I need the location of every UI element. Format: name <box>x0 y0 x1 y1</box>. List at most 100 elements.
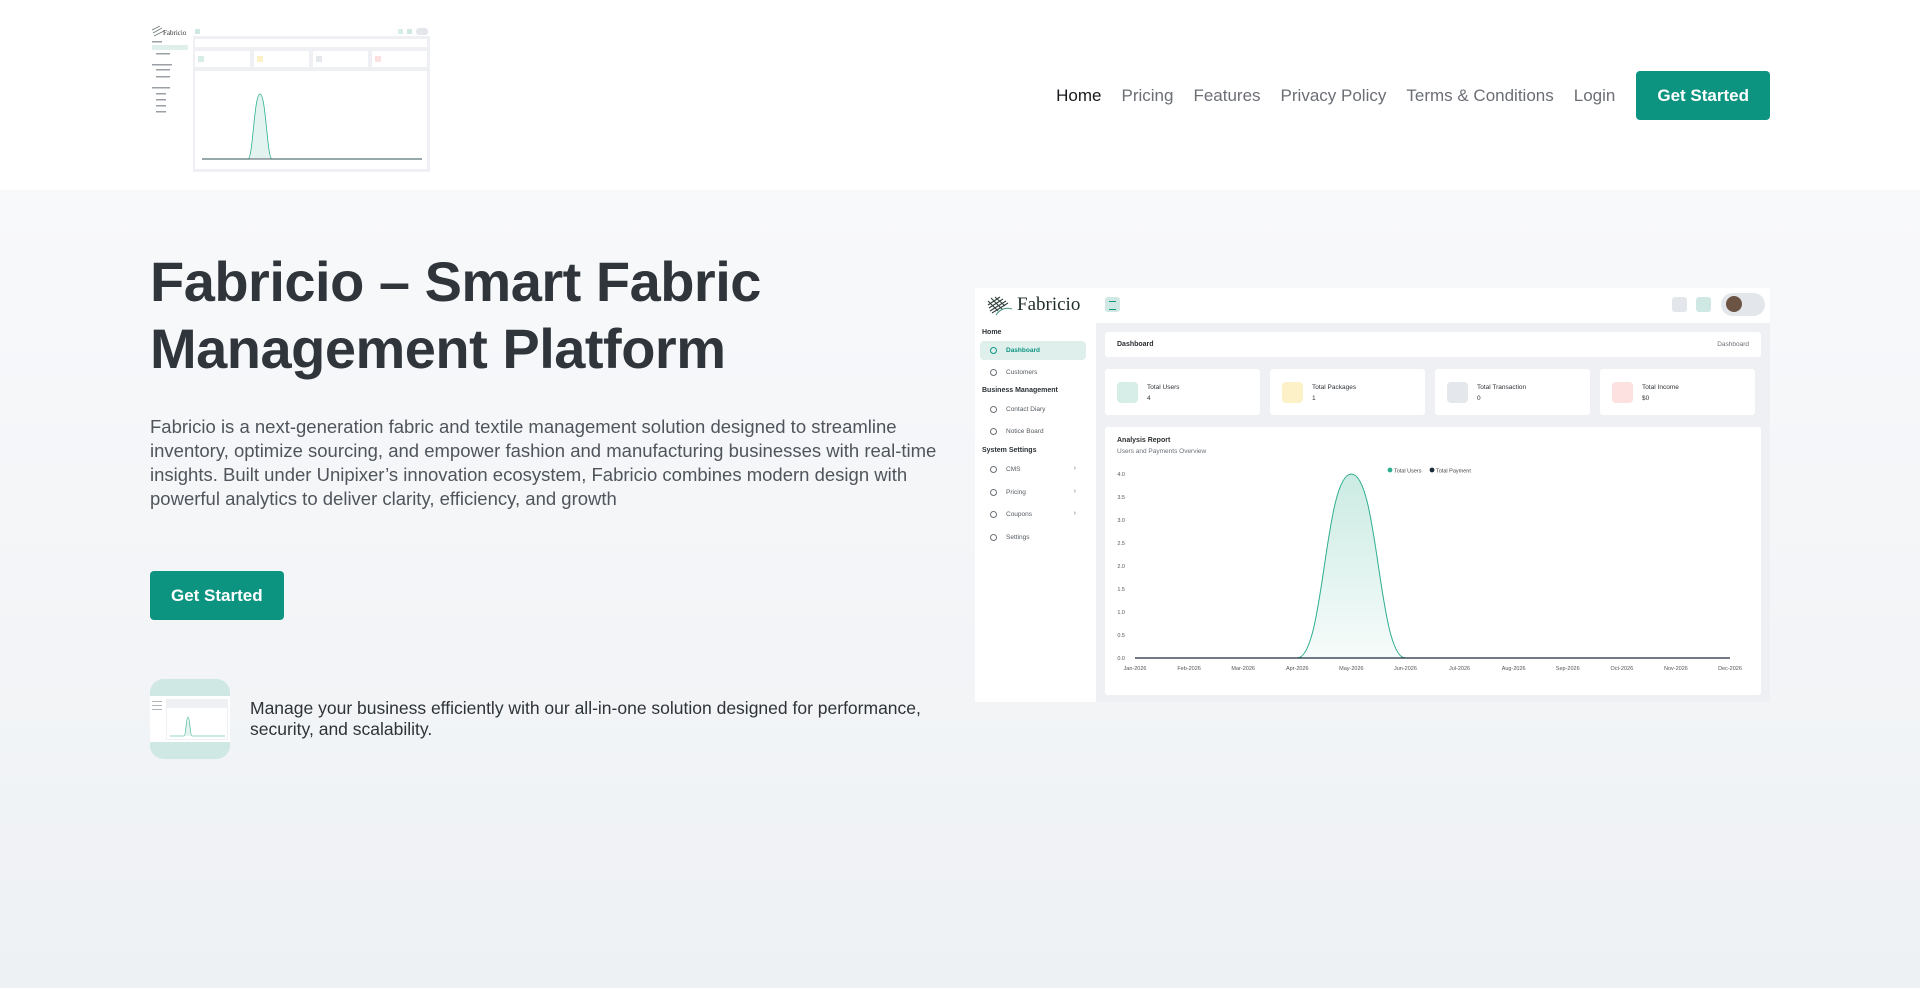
header-get-started-button[interactable]: Get Started <box>1636 71 1770 120</box>
notice-icon <box>990 428 997 435</box>
chevron-right-icon: › <box>1073 510 1076 517</box>
dashboard-icon <box>990 347 997 354</box>
stat-label: Total Transaction <box>1477 384 1527 391</box>
hamburger-menu-icon[interactable] <box>1105 297 1120 312</box>
y-tick-label: 2.5 <box>1117 541 1125 547</box>
cms-icon <box>990 466 997 473</box>
stat-label: Total Users <box>1147 384 1180 391</box>
card-icon <box>1612 382 1633 403</box>
globe-icon[interactable] <box>1696 297 1711 312</box>
main-nav: Home Pricing Features Privacy Policy Ter… <box>1036 71 1770 120</box>
x-tick-label: Feb-2026 <box>1177 666 1201 672</box>
y-tick-label: 4.0 <box>1117 472 1125 478</box>
sidebar-item-label: Pricing <box>1006 489 1026 496</box>
translate-icon[interactable] <box>1672 297 1687 312</box>
stat-card-total-income: Total Income $0 <box>1600 369 1755 415</box>
hero-title: Fabricio – Smart Fabric Management Platf… <box>150 250 761 380</box>
phone-icon <box>990 406 997 413</box>
x-tick-label: Oct-2026 <box>1611 666 1634 672</box>
sidebar-item-pricing[interactable]: Pricing › <box>980 483 1086 502</box>
logo-dashboard-thumbnail[interactable]: Fabricio <box>150 26 430 172</box>
sidebar-item-dashboard[interactable]: Dashboard <box>980 341 1086 360</box>
sidebar-group-business-management: Business Management <box>982 387 1058 394</box>
sidebar-group-system-settings: System Settings <box>982 447 1037 454</box>
stat-label: Total Packages <box>1312 384 1357 391</box>
x-tick-label: Jun-2026 <box>1394 666 1417 672</box>
x-tick-label: Jul-2026 <box>1449 666 1470 672</box>
x-tick-label: May-2026 <box>1339 666 1363 672</box>
legend-item[interactable]: Total Payment <box>1429 467 1472 475</box>
stat-card-total-packages: Total Packages 1 <box>1270 369 1425 415</box>
sidebar-item-label: Coupons <box>1006 511 1033 518</box>
stat-card-total-transaction: Total Transaction 0 <box>1435 369 1590 415</box>
legend-label: Total Users <box>1394 469 1422 475</box>
legend-item[interactable]: Total Users <box>1387 467 1422 475</box>
dashboard-preview: Fabricio Home Dashboard Customers Busine… <box>975 288 1770 702</box>
preview-topbar: Fabricio <box>975 288 1770 323</box>
y-tick-label: 0.5 <box>1117 633 1125 639</box>
series-line-users <box>1135 473 1730 659</box>
svg-text:Fabricio: Fabricio <box>163 29 187 37</box>
sidebar-group-home: Home <box>982 329 1002 336</box>
legend-label: Total Payment <box>1436 469 1471 475</box>
stat-value: 1 <box>1312 395 1316 402</box>
gear-icon <box>990 534 997 541</box>
package-icon <box>1282 382 1303 403</box>
sidebar-item-label: Customers <box>1006 369 1038 376</box>
fabric-logo-icon <box>987 296 1013 315</box>
chevron-right-icon: › <box>1073 488 1076 495</box>
users-icon <box>1117 382 1138 403</box>
sidebar-item-notice-board[interactable]: Notice Board <box>980 422 1086 441</box>
sidebar-item-customers[interactable]: Customers <box>980 363 1086 382</box>
y-tick-label: 3.0 <box>1117 518 1125 524</box>
x-tick-label: Dec-2026 <box>1718 666 1742 672</box>
sidebar-item-contact-diary[interactable]: Contact Diary <box>980 400 1086 419</box>
nav-terms-conditions[interactable]: Terms & Conditions <box>1406 86 1553 106</box>
analysis-report-card: Analysis Report Users and Payments Overv… <box>1105 427 1761 695</box>
stat-value: 0 <box>1477 395 1481 402</box>
coupon-icon <box>990 511 997 518</box>
sidebar-item-cms[interactable]: CMS › <box>980 460 1086 479</box>
nav-privacy-policy[interactable]: Privacy Policy <box>1281 86 1387 106</box>
legend-swatch <box>1429 467 1435 473</box>
series-area-users <box>1135 474 1730 658</box>
y-tick-label: 3.5 <box>1117 495 1125 501</box>
nav-home[interactable]: Home <box>1056 86 1101 106</box>
sidebar-item-coupons[interactable]: Coupons › <box>980 505 1086 524</box>
stat-value: $0 <box>1642 395 1650 402</box>
nav-features[interactable]: Features <box>1193 86 1260 106</box>
sidebar-item-label: Contact Diary <box>1006 406 1046 413</box>
nav-pricing[interactable]: Pricing <box>1121 86 1173 106</box>
y-tick-label: 2.0 <box>1117 564 1125 570</box>
nav-login[interactable]: Login <box>1574 86 1616 106</box>
y-tick-label: 1.5 <box>1117 587 1125 593</box>
sidebar-item-label: Notice Board <box>1006 428 1044 435</box>
feature-thumbnail-image <box>150 679 230 759</box>
breadcrumb: Dashboard Dashboard <box>1105 332 1761 357</box>
feature-text: Manage your business efficiently with ou… <box>250 698 921 739</box>
hero-section: Fabricio – Smart Fabric Management Platf… <box>0 190 1920 988</box>
page-title: Dashboard <box>1117 341 1154 348</box>
stat-card-total-users: Total Users 4 <box>1105 369 1260 415</box>
x-tick-label: Mar-2026 <box>1231 666 1255 672</box>
user-avatar[interactable] <box>1721 293 1765 316</box>
stat-value: 4 <box>1147 395 1151 402</box>
sidebar-item-settings[interactable]: Settings <box>980 528 1086 547</box>
preview-logo-text: Fabricio <box>1017 294 1081 315</box>
y-tick-label: 1.0 <box>1117 610 1125 616</box>
site-header: Fabricio Home Pricing Features Privacy P… <box>0 0 1920 190</box>
history-icon <box>1447 382 1468 403</box>
x-tick-label: Aug-2026 <box>1502 666 1526 672</box>
hero-get-started-button[interactable]: Get Started <box>150 571 284 620</box>
sidebar-item-label: Settings <box>1006 534 1030 541</box>
preview-sidebar: Home Dashboard Customers Business Manage… <box>975 323 1095 702</box>
legend-swatch <box>1387 467 1393 473</box>
hero-description: Fabricio is a next-generation fabric and… <box>150 416 937 509</box>
preview-logo: Fabricio <box>986 294 1080 317</box>
analysis-chart: Total Users Total Payment 0.0 0.5 1.0 1.5 2.0 2… <box>1117 467 1742 672</box>
x-tick-label: Jan-2026 <box>1124 666 1147 672</box>
x-tick-label: Sep-2026 <box>1556 666 1580 672</box>
sidebar-item-label: CMS <box>1006 466 1021 473</box>
breadcrumb-current[interactable]: Dashboard <box>1717 341 1749 348</box>
y-tick-label: 0.0 <box>1117 656 1125 662</box>
